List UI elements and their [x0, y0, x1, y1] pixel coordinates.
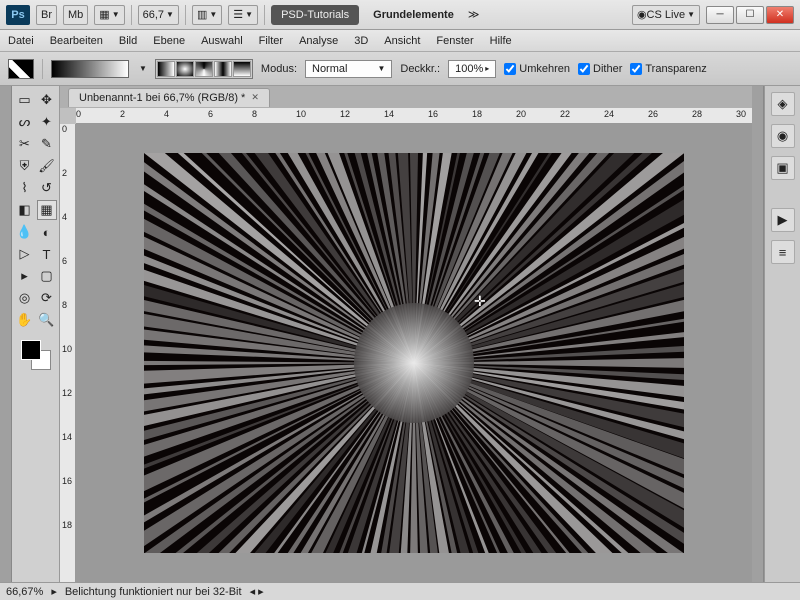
- tools-panel: ▭✥ ᔕ✦ ✂✎ ⛨🖌 ⌇↺ ◧▦ 💧◐ ▷T ▸▢ ◎⟳ ✋🔍: [12, 86, 60, 582]
- options-bar: ▼ Modus: Normal▼ Deckkr.: 100%▸ Umkehren…: [0, 52, 800, 86]
- menu-ansicht[interactable]: Ansicht: [384, 35, 420, 47]
- type-tool[interactable]: T: [37, 244, 57, 264]
- foreground-color[interactable]: [21, 340, 41, 360]
- reverse-checkbox[interactable]: Umkehren: [504, 63, 570, 75]
- modus-label: Modus:: [261, 63, 297, 75]
- menu-bild[interactable]: Bild: [119, 35, 137, 47]
- gradient-tool[interactable]: ▦: [37, 200, 57, 220]
- right-dock: ◈ ◉ ▣ ▶ ≡: [764, 86, 800, 582]
- minimize-button[interactable]: ─: [706, 6, 734, 24]
- gradient-angle[interactable]: [195, 61, 213, 77]
- gradient-linear[interactable]: [157, 61, 175, 77]
- menu-analyse[interactable]: Analyse: [299, 35, 338, 47]
- status-bar: 66,67% ▸ Belichtung funktioniert nur bei…: [0, 582, 800, 600]
- menu-fenster[interactable]: Fenster: [436, 35, 473, 47]
- pen-tool[interactable]: ▷: [15, 244, 35, 264]
- history-panel-icon[interactable]: ≡: [771, 240, 795, 264]
- menu-auswahl[interactable]: Auswahl: [201, 35, 243, 47]
- color-swatches[interactable]: [19, 338, 53, 372]
- magic-wand-tool[interactable]: ✦: [37, 112, 57, 132]
- app-logo: Ps: [6, 5, 30, 25]
- ruler-horizontal[interactable]: 024681012141618202224262830: [76, 108, 752, 124]
- close-button[interactable]: ✕: [766, 6, 794, 24]
- adjustments-panel-icon[interactable]: ▣: [771, 156, 795, 180]
- ruler-vertical[interactable]: 024681012141618: [60, 124, 76, 582]
- document-tab-bar: Unbenannt-1 bei 66,7% (RGB/8) *✕: [60, 86, 752, 108]
- eyedropper-tool[interactable]: ✎: [37, 134, 57, 154]
- modus-dropdown[interactable]: Normal▼: [305, 60, 392, 78]
- gradient-radial[interactable]: [176, 61, 194, 77]
- gradient-reflected[interactable]: [214, 61, 232, 77]
- shape-tool[interactable]: ▢: [37, 266, 57, 286]
- screen-mode-button[interactable]: ▦▼: [94, 5, 124, 25]
- history-brush-tool[interactable]: ↺: [37, 178, 57, 198]
- move-tool[interactable]: ✥: [37, 90, 57, 110]
- minibridge-button[interactable]: Mb: [63, 5, 88, 25]
- zoom-tool[interactable]: 🔍: [37, 310, 57, 330]
- marquee-tool[interactable]: ▭: [15, 90, 35, 110]
- menu-bearbeiten[interactable]: Bearbeiten: [50, 35, 103, 47]
- stamp-tool[interactable]: ⌇: [15, 178, 35, 198]
- artwork: ✛: [144, 153, 684, 553]
- brush-tool[interactable]: 🖌: [37, 156, 57, 176]
- gradient-preview[interactable]: [51, 60, 129, 78]
- status-message: Belichtung funktioniert nur bei 32-Bit: [65, 586, 242, 598]
- hand-tool[interactable]: ✋: [15, 310, 35, 330]
- menu-3d[interactable]: 3D: [354, 35, 368, 47]
- gradient-type-group: [155, 59, 253, 79]
- camera-tool[interactable]: ⟳: [37, 288, 57, 308]
- transparency-checkbox[interactable]: Transparenz: [630, 63, 706, 75]
- canvas-area[interactable]: ✛: [76, 124, 752, 582]
- maximize-button[interactable]: ☐: [736, 6, 764, 24]
- workspace-more[interactable]: ≫: [468, 8, 480, 21]
- status-zoom[interactable]: 66,67%: [6, 586, 43, 598]
- menu-ebene[interactable]: Ebene: [153, 35, 185, 47]
- arrange-button[interactable]: ▥▼: [192, 5, 222, 25]
- workspace-grundelemente[interactable]: Grundelemente: [365, 9, 462, 21]
- gradient-diamond[interactable]: [233, 61, 251, 77]
- lasso-tool[interactable]: ᔕ: [15, 112, 35, 132]
- layers-panel-icon[interactable]: ◈: [771, 92, 795, 116]
- dodge-tool[interactable]: ◐: [37, 222, 57, 242]
- eraser-tool[interactable]: ◧: [15, 200, 35, 220]
- menu-filter[interactable]: Filter: [259, 35, 283, 47]
- cs-live-button[interactable]: ◉ CS Live▼: [632, 5, 700, 25]
- crop-tool[interactable]: ✂: [15, 134, 35, 154]
- menu-hilfe[interactable]: Hilfe: [490, 35, 512, 47]
- patch-tool[interactable]: ⛨: [15, 156, 35, 176]
- path-select-tool[interactable]: ▸: [15, 266, 35, 286]
- blur-tool[interactable]: 💧: [15, 222, 35, 242]
- collapse-handle-left[interactable]: [0, 86, 12, 582]
- workspace-psd-tutorials[interactable]: PSD-Tutorials: [271, 5, 359, 25]
- 3d-tool[interactable]: ◎: [15, 288, 35, 308]
- title-bar: Ps Br Mb ▦▼ 66,7▼ ▥▼ ☰▼ PSD-Tutorials Gr…: [0, 0, 800, 30]
- channels-panel-icon[interactable]: ◉: [771, 124, 795, 148]
- collapse-handle-right[interactable]: [752, 86, 764, 582]
- document-tab[interactable]: Unbenannt-1 bei 66,7% (RGB/8) *✕: [68, 88, 270, 107]
- opacity-field[interactable]: 100%▸: [448, 60, 496, 78]
- close-tab-icon[interactable]: ✕: [251, 92, 259, 103]
- bridge-button[interactable]: Br: [36, 5, 57, 25]
- actions-panel-icon[interactable]: ▶: [771, 208, 795, 232]
- opacity-label: Deckkr.:: [400, 63, 440, 75]
- zoom-level[interactable]: 66,7▼: [138, 5, 179, 25]
- menu-bar: Datei Bearbeiten Bild Ebene Auswahl Filt…: [0, 30, 800, 52]
- menu-datei[interactable]: Datei: [8, 35, 34, 47]
- extras-button[interactable]: ☰▼: [228, 5, 258, 25]
- tool-preset-icon[interactable]: [8, 59, 34, 79]
- dither-checkbox[interactable]: Dither: [578, 63, 622, 75]
